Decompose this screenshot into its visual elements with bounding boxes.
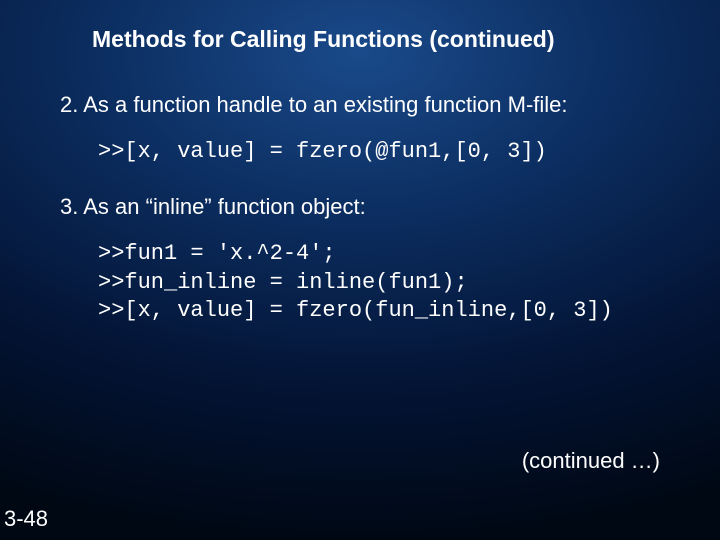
continued-label: (continued …) (522, 448, 660, 474)
slide-title: Methods for Calling Functions (continued… (92, 26, 555, 53)
page-number: 3-48 (4, 506, 48, 532)
list-item: 3. As an “inline” function object: (60, 192, 680, 222)
list-item: 2. As a function handle to an existing f… (60, 90, 680, 120)
code-block: >>fun1 = 'x.^2-4'; >>fun_inline = inline… (60, 240, 680, 326)
code-block: >>[x, value] = fzero(@fun1,[0, 3]) (60, 138, 680, 167)
slide: Methods for Calling Functions (continued… (0, 0, 720, 540)
slide-body: 2. As a function handle to an existing f… (60, 90, 680, 352)
